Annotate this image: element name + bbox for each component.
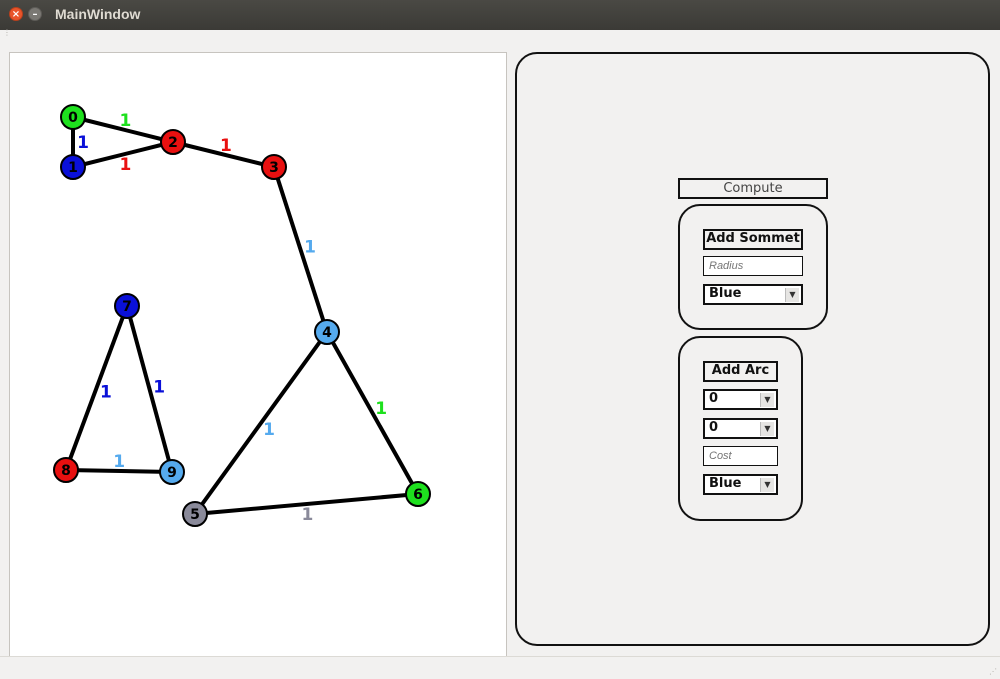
sommet-color-select[interactable]: Blue ▼ (703, 284, 803, 305)
chevron-down-icon: ▼ (785, 288, 799, 302)
node-0[interactable]: 0 (60, 104, 86, 130)
edge-cost-label: 1 (304, 237, 316, 257)
minimize-window-button[interactable]: – (28, 7, 42, 21)
node-3[interactable]: 3 (261, 154, 287, 180)
node-7[interactable]: 7 (114, 293, 140, 319)
close-window-button[interactable]: × (9, 7, 23, 21)
resize-grip-icon[interactable]: ⋰ (989, 667, 997, 676)
edge-cost-label: 1 (301, 505, 313, 525)
node-5[interactable]: 5 (182, 501, 208, 527)
edge-cost-label: 1 (153, 377, 165, 397)
arc-from-value: 0 (709, 391, 719, 406)
node-1[interactable]: 1 (60, 154, 86, 180)
title-bar: × – MainWindow (0, 0, 1000, 30)
edge-7-9 (125, 305, 174, 473)
graph-drawing: 1 1 1 1 1 1 1 1 1 1 1 0 1 2 3 4 5 6 7 8 9 (53, 104, 431, 527)
arc-color-select[interactable]: Blue ▼ (703, 474, 778, 495)
node-label: 5 (190, 507, 200, 523)
edge-cost-label: 1 (100, 382, 112, 402)
sommet-color-value: Blue (709, 286, 742, 301)
edge-cost-label: 1 (120, 111, 132, 131)
chevron-down-icon: ▼ (760, 478, 774, 492)
node-6[interactable]: 6 (405, 481, 431, 507)
node-label: 6 (413, 487, 423, 503)
radius-input[interactable] (703, 256, 803, 276)
node-label: 2 (168, 135, 178, 151)
close-icon: × (11, 9, 21, 20)
graph-canvas[interactable]: 1 1 1 1 1 1 1 1 1 1 1 0 1 2 3 4 5 6 7 8 9 (9, 52, 507, 658)
edge-3-4 (272, 166, 329, 333)
arc-from-select[interactable]: 0 ▼ (703, 389, 778, 410)
minimize-icon: – (32, 9, 38, 20)
node-9[interactable]: 9 (159, 459, 185, 485)
toolbar-grip-icon: ⋮ (3, 28, 11, 37)
node-label: 9 (167, 465, 177, 481)
node-label: 4 (322, 325, 332, 341)
edge-cost-label: 1 (77, 133, 89, 153)
cost-input[interactable] (703, 446, 778, 466)
edge-cost-label: 1 (263, 420, 275, 440)
edge-cost-label: 1 (113, 452, 125, 472)
arc-to-value: 0 (709, 420, 719, 435)
chevron-down-icon: ▼ (760, 393, 774, 407)
edge-cost-label: 1 (120, 155, 132, 175)
node-2[interactable]: 2 (160, 129, 186, 155)
window-title: MainWindow (55, 6, 141, 22)
status-bar: ⋰ (0, 656, 1000, 679)
node-label: 8 (61, 463, 71, 479)
node-label: 0 (68, 110, 78, 126)
compute-button[interactable]: Compute (678, 178, 828, 199)
add-arc-button[interactable]: Add Arc (703, 361, 778, 382)
edge-4-6 (325, 331, 420, 495)
edge-cost-label: 1 (375, 399, 387, 419)
node-label: 1 (68, 160, 78, 176)
node-label: 7 (122, 299, 132, 315)
chevron-down-icon: ▼ (760, 422, 774, 436)
arc-color-value: Blue (709, 476, 742, 491)
node-label: 3 (269, 160, 279, 176)
edge-7-8 (64, 305, 129, 471)
arc-to-select[interactable]: 0 ▼ (703, 418, 778, 439)
edge-4-5 (193, 330, 329, 516)
add-sommet-button[interactable]: Add Sommet (703, 229, 803, 250)
edge-cost-label: 1 (220, 136, 232, 156)
node-4[interactable]: 4 (314, 319, 340, 345)
node-8[interactable]: 8 (53, 457, 79, 483)
